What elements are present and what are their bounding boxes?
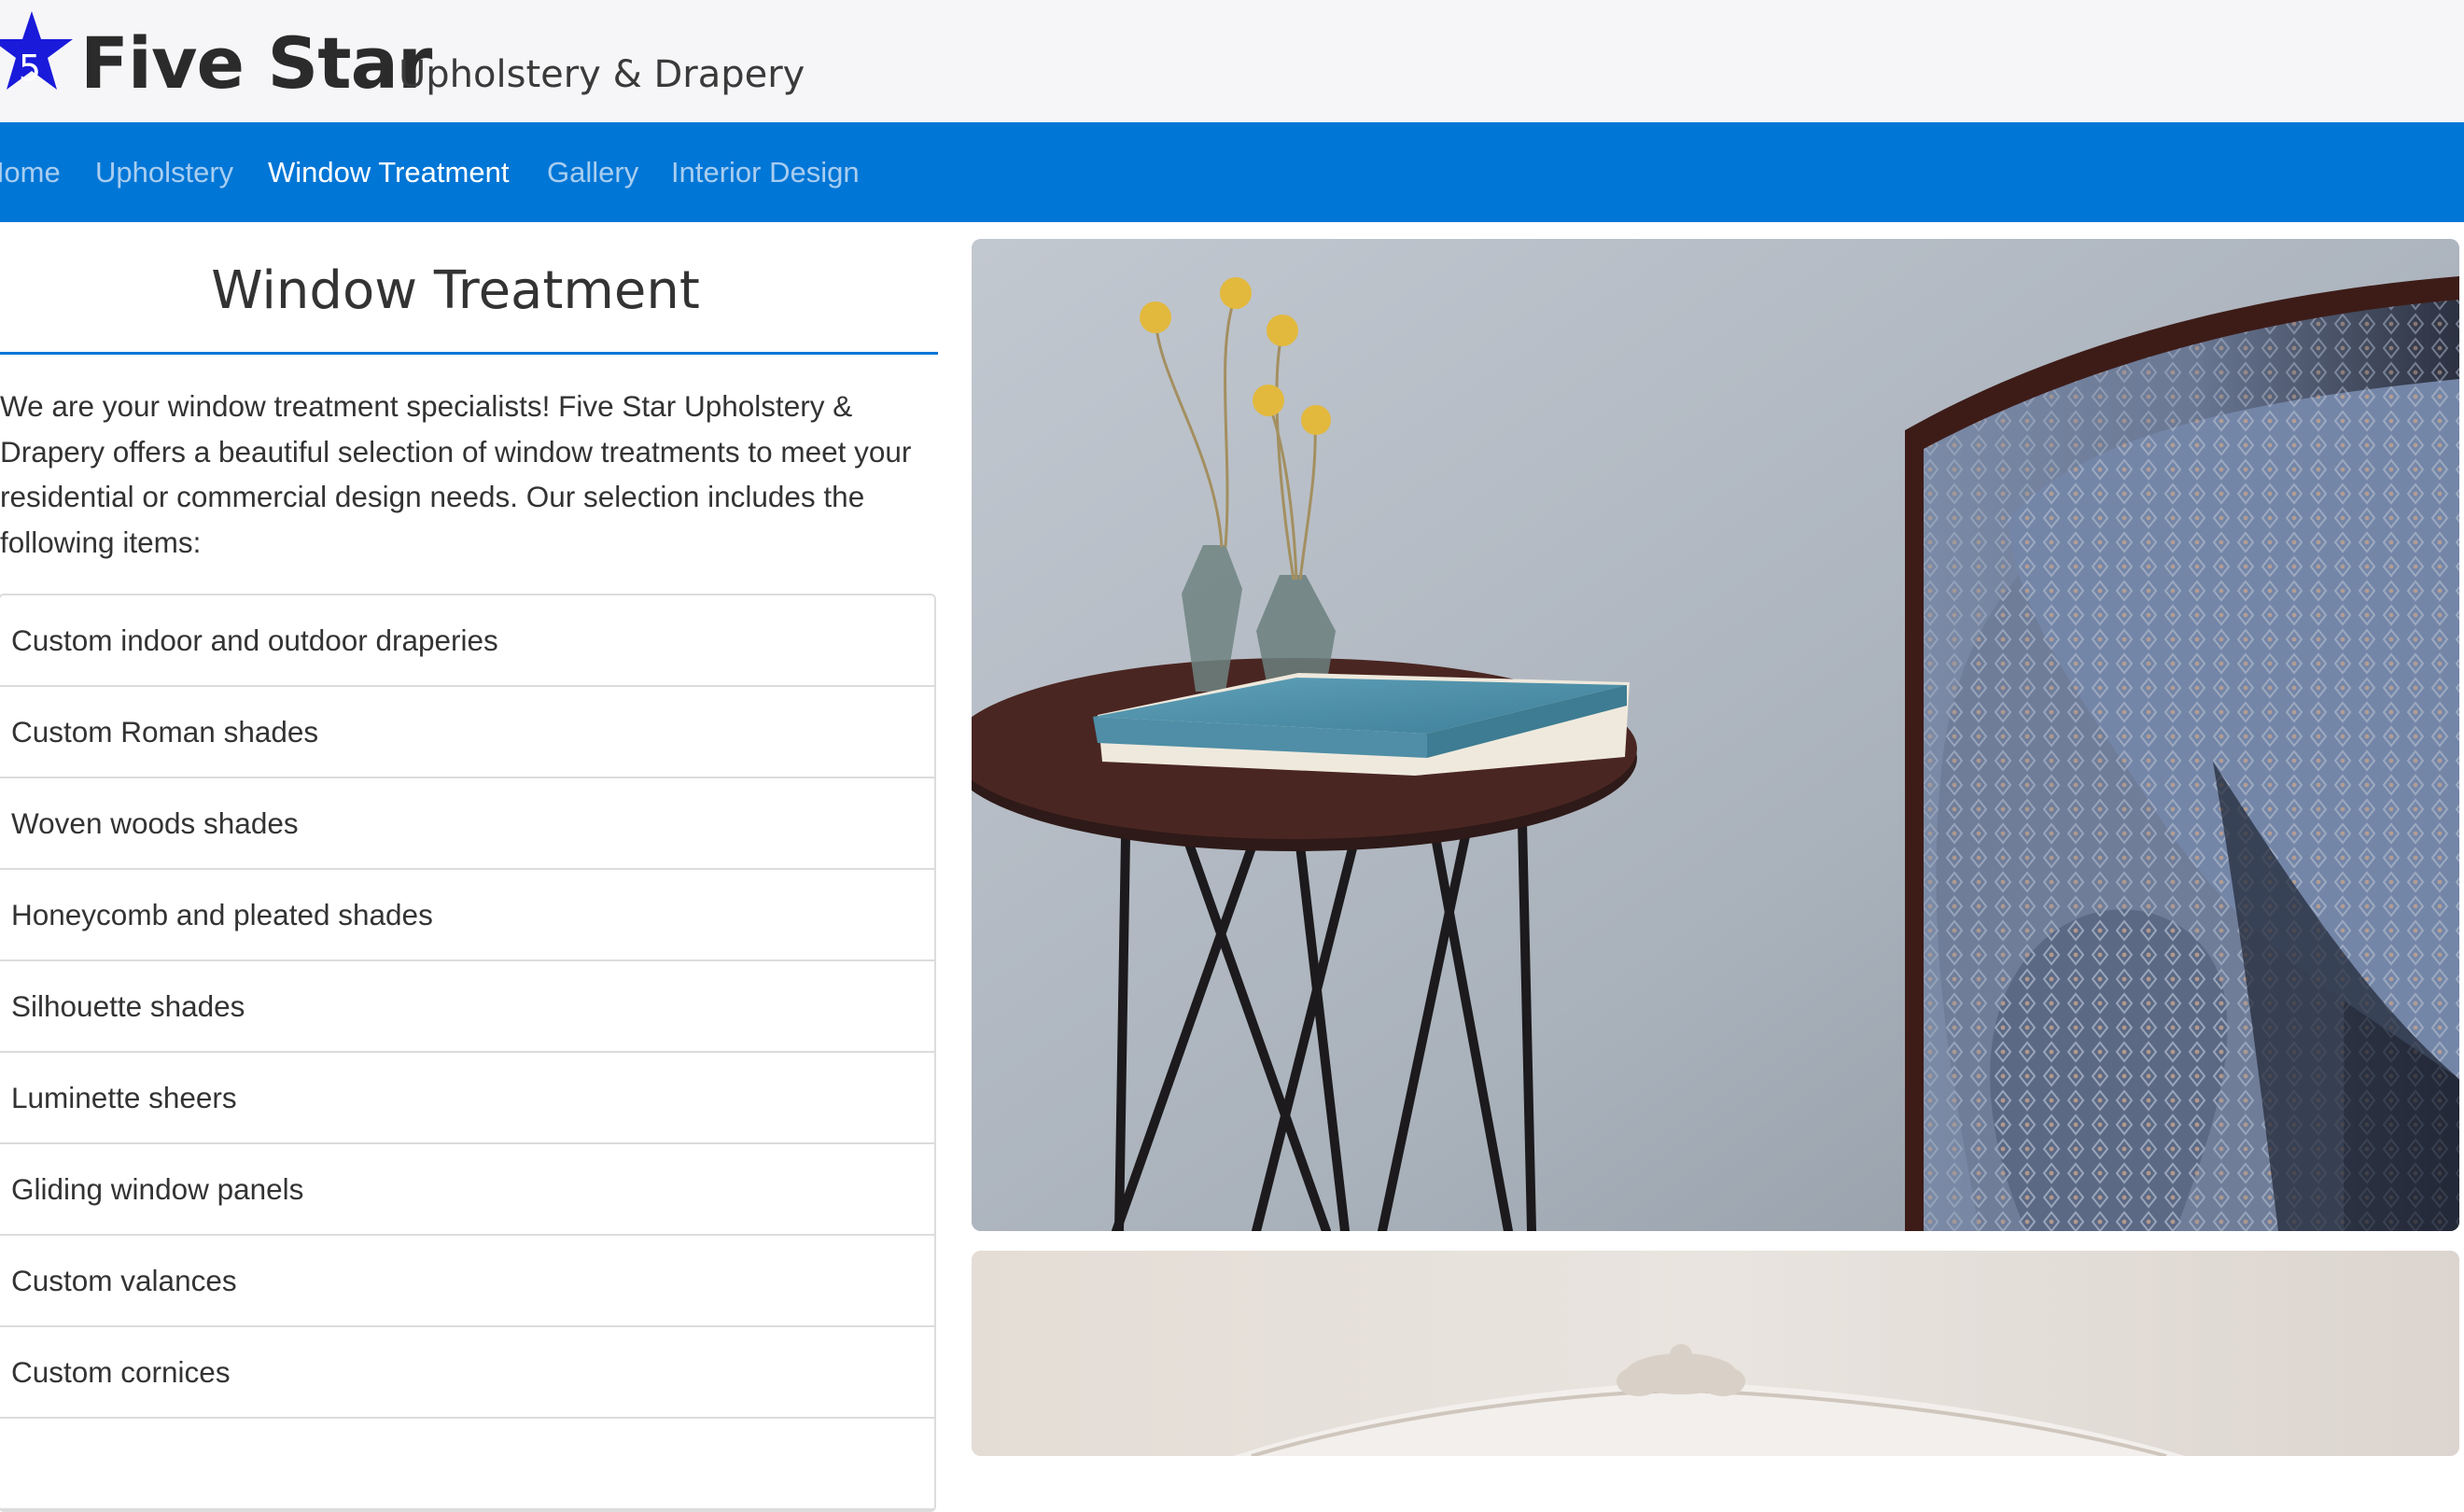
ornate-headboard-photo (972, 1251, 2459, 1456)
list-item (0, 1419, 934, 1510)
list-item: Silhouette shades (0, 961, 934, 1053)
nav-gallery[interactable]: Gallery (547, 122, 638, 222)
nav-upholstery[interactable]: Upholstery (95, 122, 233, 222)
list-item: Custom cornices (0, 1327, 934, 1419)
title-divider (0, 352, 938, 355)
intro-paragraph: We are your window treatment specialists… (0, 389, 912, 559)
list-item: Honeycomb and pleated shades (0, 870, 934, 961)
brand-subtitle: Upholstery & Drapery (399, 53, 805, 96)
nav-window-treatment[interactable]: Window Treatment (268, 122, 509, 222)
nav-interior-design[interactable]: Interior Design (671, 122, 860, 222)
list-item: Luminette sheers (0, 1053, 934, 1144)
brand-name[interactable]: Five Star (80, 19, 432, 108)
page-title: Window Treatment (211, 260, 700, 321)
site-header: 5 Five Star Upholstery & Drapery (0, 0, 2464, 122)
nav-home[interactable]: Home (0, 122, 61, 222)
list-item: Woven woods shades (0, 778, 934, 870)
logo-number: 5 (19, 48, 41, 89)
five-star-logo-icon[interactable]: 5 (0, 9, 78, 99)
list-item: Custom valances (0, 1236, 934, 1327)
window-treatment-list: Custom indoor and outdoor draperies Cust… (0, 594, 936, 1512)
main-nav: Home Upholstery Window Treatment Gallery… (0, 122, 2464, 222)
side-table-and-sofa-photo (972, 239, 2459, 1231)
list-item: Custom indoor and outdoor draperies (0, 595, 934, 687)
list-item: Gliding window panels (0, 1144, 934, 1236)
list-item: Custom Roman shades (0, 687, 934, 778)
